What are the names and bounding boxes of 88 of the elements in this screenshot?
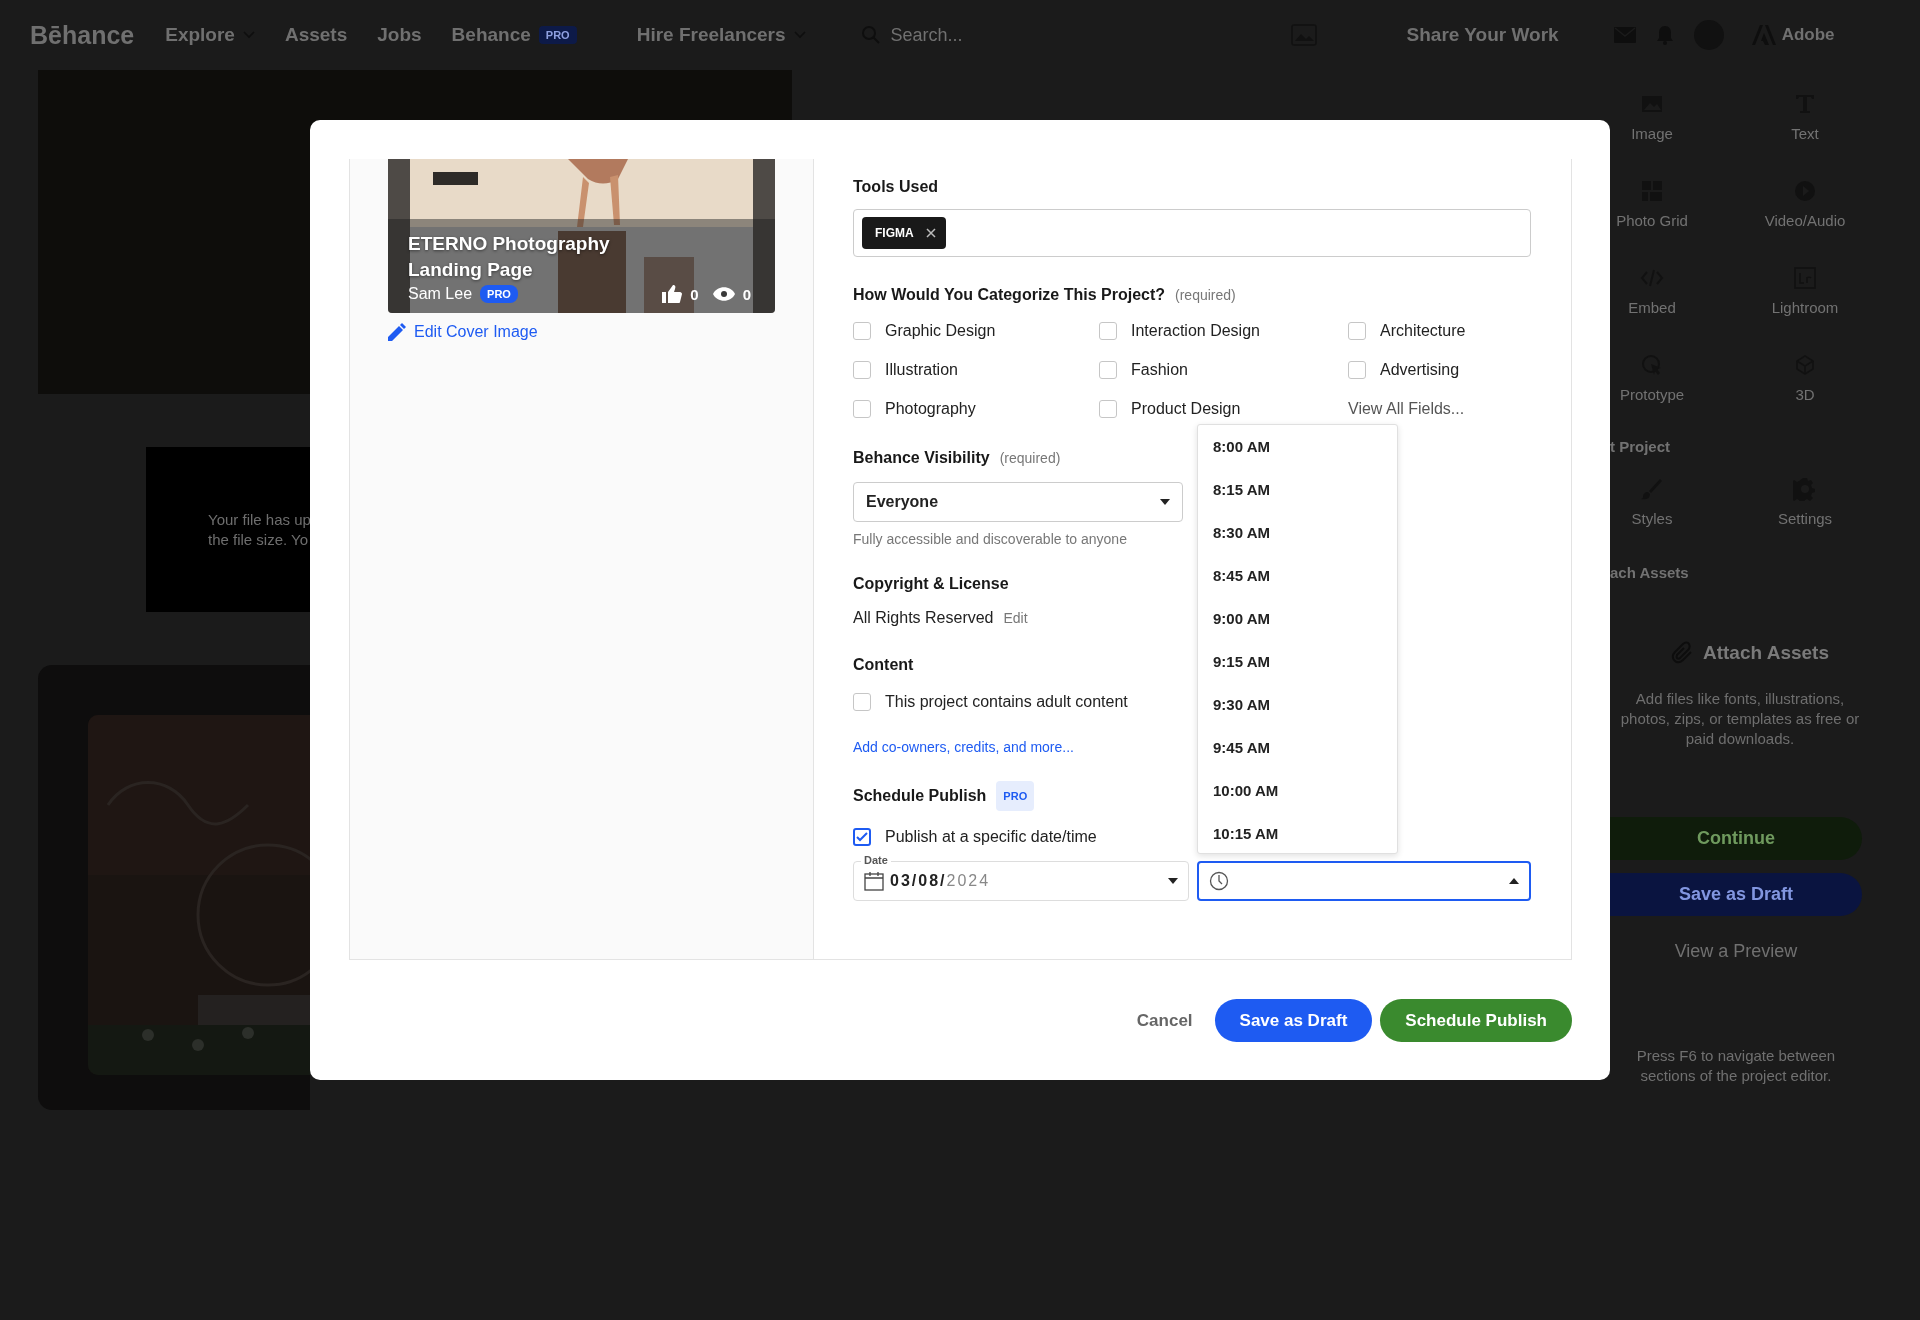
author-name: Sam Lee <box>408 285 473 303</box>
editor-option[interactable]: Settings <box>1740 477 1870 554</box>
preview-link[interactable]: View a Preview <box>1610 941 1862 962</box>
nav-link[interactable]: Hire Freelancers <box>636 24 806 46</box>
time-option[interactable]: 9:45 AM <box>1198 726 1397 769</box>
notice-text: Your file has up <box>208 509 311 530</box>
category-checkbox[interactable]: Graphic Design <box>853 311 1099 350</box>
category-checkbox[interactable]: Advertising <box>1348 350 1531 389</box>
view-count: 0 <box>742 285 751 303</box>
add-content-tool[interactable]: Lightroom <box>1740 266 1870 343</box>
pro-badge: PRO <box>996 781 1035 811</box>
required-note: (required) <box>1175 286 1236 305</box>
field-label: Behance Visibility <box>853 448 990 468</box>
close-icon[interactable] <box>925 228 936 238</box>
category-checkbox[interactable]: Architecture <box>1348 311 1531 350</box>
notice-text: the file size. Yo <box>208 529 310 550</box>
caret-icon <box>1168 878 1178 884</box>
field-label: Copyright & License <box>853 574 1009 594</box>
time-option[interactable]: 8:15 AM <box>1198 468 1397 511</box>
field-label: Tools Used <box>853 177 939 197</box>
logo[interactable]: Bēhance <box>30 20 135 50</box>
field-label: How Would You Categorize This Project? <box>853 285 1166 305</box>
search-field[interactable]: Search... <box>888 23 1093 47</box>
time-option[interactable]: 9:30 AM <box>1198 683 1397 726</box>
field-label: Content <box>853 655 914 675</box>
caret-icon <box>1160 499 1170 505</box>
co-owners-link[interactable]: Add co-owners, credits, and more... <box>853 737 1074 757</box>
editor-option[interactable]: Styles <box>1610 477 1694 554</box>
caret-icon <box>1509 878 1519 884</box>
nav-link[interactable]: Behance PRO <box>451 24 577 46</box>
attach-assets-button[interactable]: Attach Assets <box>1671 641 1829 665</box>
field-label: Schedule Publish <box>853 786 987 806</box>
edit-cover-link[interactable]: Edit Cover Image <box>388 323 538 341</box>
section-heading: ach Assets <box>1610 564 1689 581</box>
continue-button[interactable]: Continue <box>1610 817 1862 860</box>
project-title: ETERNO Photography Landing Page <box>408 232 611 282</box>
eye-icon <box>712 287 735 301</box>
add-content-tool[interactable]: Photo Grid <box>1610 179 1694 256</box>
add-content-tool[interactable]: Image <box>1610 92 1694 169</box>
add-content-tool[interactable]: Text <box>1740 92 1870 169</box>
view-all-fields-link[interactable]: View All Fields... <box>1348 389 1531 428</box>
pro-badge: PRO <box>480 285 518 303</box>
category-checkbox[interactable]: Illustration <box>853 350 1099 389</box>
time-option[interactable]: 8:00 AM <box>1198 425 1397 468</box>
save-draft-button[interactable]: Save as Draft <box>1214 999 1373 1042</box>
share-work-link[interactable]: Share Your Work <box>1406 24 1559 46</box>
time-option[interactable]: 8:45 AM <box>1198 554 1397 597</box>
add-content-tool[interactable]: 3D <box>1740 353 1870 430</box>
time-field[interactable] <box>1197 861 1531 901</box>
category-checkbox[interactable]: Interaction Design <box>1099 311 1348 350</box>
time-option[interactable]: 10:15 AM <box>1198 812 1397 855</box>
schedule-checkbox[interactable]: Publish at a specific date/time <box>853 822 1097 852</box>
thumbs-up-icon <box>662 285 683 303</box>
category-checkbox[interactable]: Photography <box>853 389 1099 428</box>
category-checkbox[interactable]: Product Design <box>1099 389 1348 428</box>
adobe-link[interactable]: Adobe <box>1751 25 1835 45</box>
nav-link[interactable]: Assets <box>284 24 348 46</box>
tool-tag: FIGMA <box>862 217 946 249</box>
add-content-tool[interactable]: Video/Audio <box>1740 179 1870 256</box>
nav-link[interactable]: Jobs <box>377 24 422 46</box>
license-value: All Rights Reserved <box>853 608 994 628</box>
schedule-publish-button[interactable]: Schedule Publish <box>1380 999 1572 1042</box>
calendar-icon <box>864 871 884 891</box>
add-content-tool[interactable]: Embed <box>1610 266 1694 343</box>
keyboard-hint: Press F6 to navigate between sections of the project editor. <box>1635 1046 1837 1086</box>
check-icon <box>855 830 869 844</box>
tools-field[interactable]: FIGMA <box>853 209 1531 257</box>
cancel-button[interactable]: Cancel <box>1126 999 1203 1042</box>
like-count: 0 <box>690 285 699 303</box>
nav-link[interactable]: Explore <box>165 24 255 46</box>
time-option[interactable]: 10:00 AM <box>1198 769 1397 812</box>
adobe-label: Adobe <box>1781 25 1835 45</box>
time-option[interactable]: 8:30 AM <box>1198 511 1397 554</box>
adult-content-checkbox[interactable]: This project contains adult content <box>853 687 1128 717</box>
visibility-select[interactable]: Everyone <box>853 482 1183 522</box>
add-content-tool[interactable]: Prototype <box>1610 353 1694 430</box>
time-option[interactable]: 9:00 AM <box>1198 597 1397 640</box>
pencil-icon <box>388 323 406 341</box>
save-draft-button[interactable]: Save as Draft <box>1610 873 1862 916</box>
time-option[interactable]: 9:15 AM <box>1198 640 1397 683</box>
section-heading: t Project <box>1610 438 1670 455</box>
attach-description: Add files like fonts, illustrations, photos, zips, or templates as free or paid downloads. <box>1619 689 1861 749</box>
edit-license-link[interactable]: Edit <box>1003 608 1028 628</box>
helper-text: Fully accessible and discoverable to anyone <box>853 530 1127 549</box>
clock-icon <box>1209 871 1229 891</box>
required-note: (required) <box>999 449 1061 468</box>
pro-badge: PRO <box>538 26 577 44</box>
category-checkbox[interactable]: Fashion <box>1099 350 1348 389</box>
